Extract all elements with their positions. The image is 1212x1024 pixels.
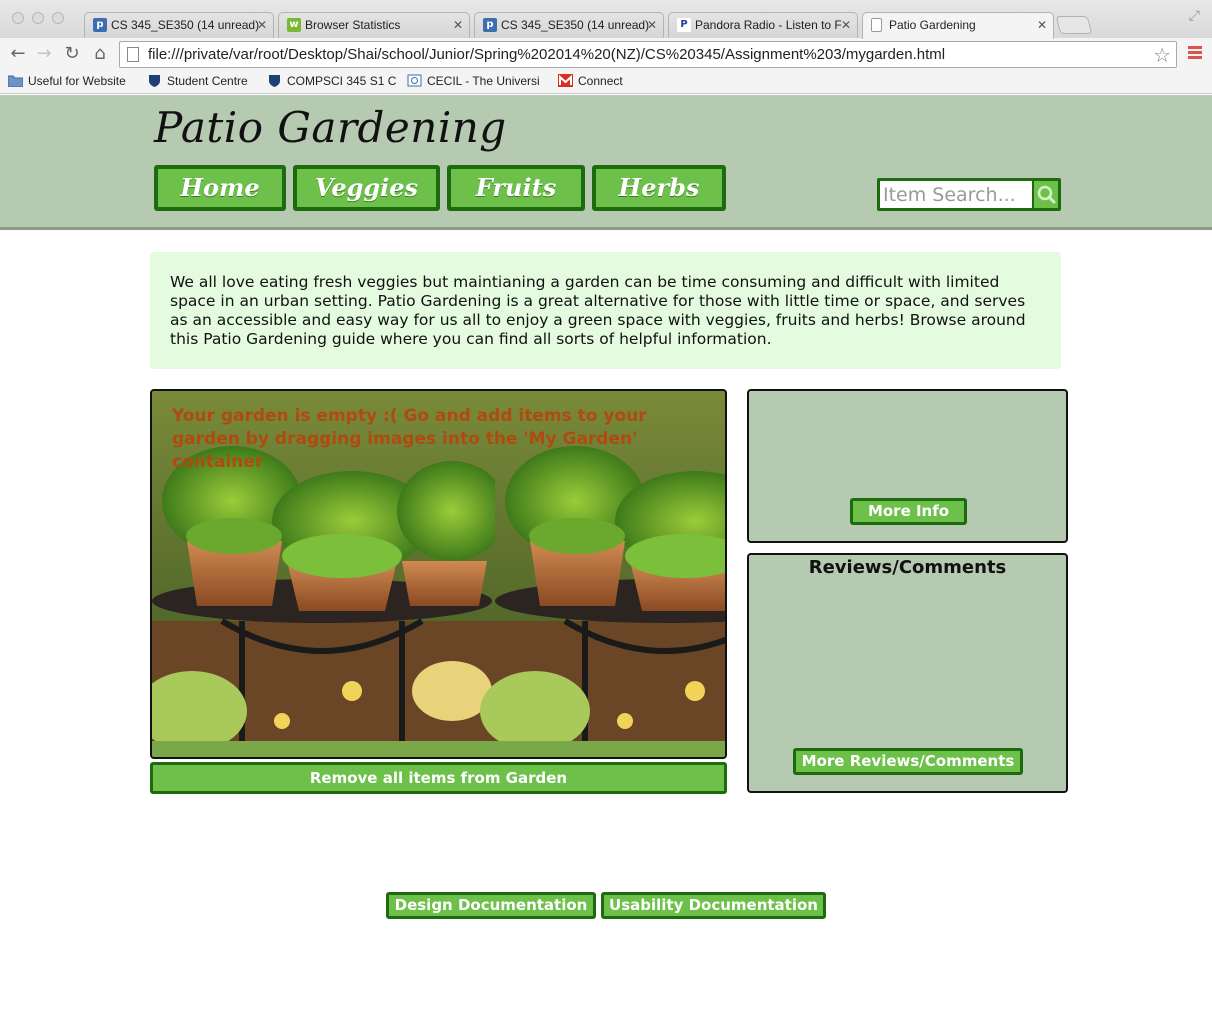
bookmark-label: Connect: [578, 74, 623, 88]
search-input[interactable]: [880, 181, 1032, 208]
bookmark-label: CECIL - The Universi: [427, 74, 540, 88]
more-reviews-button[interactable]: More Reviews/Comments: [793, 748, 1023, 775]
bookmark-useful-for-website[interactable]: Useful for Website: [8, 74, 126, 88]
nav-herbs-button[interactable]: Herbs: [592, 165, 726, 211]
chrome-menu-icon[interactable]: [1188, 46, 1202, 61]
nav-fruits-button[interactable]: Fruits: [447, 165, 585, 211]
bookmark-connect[interactable]: Connect: [558, 74, 623, 88]
close-tab-icon[interactable]: ✕: [647, 13, 657, 37]
piazza-icon: p: [483, 18, 497, 32]
bookmark-label: Useful for Website: [28, 74, 126, 88]
search-icon: [1037, 185, 1056, 204]
design-documentation-button[interactable]: Design Documentation: [386, 892, 596, 919]
bookmark-label: Student Centre: [167, 74, 248, 88]
folder-icon: [8, 75, 23, 87]
tab-title: CS 345_SE350 (14 unread): [111, 18, 260, 32]
reviews-title: Reviews/Comments: [808, 557, 1007, 578]
forward-arrow-icon[interactable]: →: [32, 42, 56, 66]
search-box: [877, 178, 1061, 211]
usability-documentation-button[interactable]: Usability Documentation: [601, 892, 826, 919]
nav-veggies-button[interactable]: Veggies: [293, 165, 440, 211]
piazza-icon: p: [93, 18, 107, 32]
bookmark-star-icon[interactable]: ☆: [1153, 43, 1171, 67]
tab-title: CS 345_SE350 (14 unread): [501, 18, 650, 32]
my-garden-container[interactable]: Your garden is empty :( Go and add items…: [150, 389, 727, 759]
browser-tab[interactable]: p CS 345_SE350 (14 unread) ✕: [84, 12, 274, 38]
tab-title: Browser Statistics: [305, 18, 401, 32]
search-button[interactable]: [1032, 181, 1058, 208]
browser-tab[interactable]: p CS 345_SE350 (14 unread) ✕: [474, 12, 664, 38]
new-tab-button[interactable]: [1055, 16, 1093, 34]
tab-title: Pandora Radio - Listen to F: [695, 18, 842, 32]
browser-tabstrip: p CS 345_SE350 (14 unread) ✕ w Browser S…: [0, 0, 1212, 39]
zoom-window-icon[interactable]: [52, 12, 64, 24]
garden-empty-message: Your garden is empty :( Go and add items…: [172, 406, 647, 472]
close-tab-icon[interactable]: ✕: [453, 13, 463, 37]
item-info-panel: More Info: [747, 389, 1068, 543]
address-url[interactable]: file:///private/var/root/Desktop/Shai/sc…: [148, 46, 945, 63]
page-icon: [871, 18, 882, 32]
close-tab-icon[interactable]: ✕: [841, 13, 851, 37]
browser-tab[interactable]: P Pandora Radio - Listen to F ✕: [668, 12, 858, 38]
browser-tab-active[interactable]: Patio Gardening ✕: [862, 12, 1054, 39]
site-header: Patio Gardening Home Veggies Fruits Herb…: [0, 95, 1212, 230]
browser-toolbar: ← → ↻ ⌂ file:///private/var/root/Desktop…: [0, 38, 1212, 70]
shield-icon: [269, 75, 280, 87]
close-tab-icon[interactable]: ✕: [1037, 13, 1047, 37]
bookmark-compsci-345[interactable]: COMPSCI 345 S1 C: [267, 74, 396, 88]
pandora-icon: P: [677, 18, 691, 32]
tab-title: Patio Gardening: [889, 18, 976, 32]
page-content: Patio Gardening Home Veggies Fruits Herb…: [0, 95, 1212, 1024]
minimize-window-icon[interactable]: [32, 12, 44, 24]
fullscreen-icon[interactable]: ⤢: [1189, 8, 1200, 24]
bookmarks-bar: Useful for Website Student Centre COMPSC…: [0, 70, 1212, 94]
bookmark-cecil[interactable]: CECIL - The Universi: [407, 74, 540, 88]
site-title: Patio Gardening: [154, 103, 507, 152]
cecil-icon: [407, 74, 422, 87]
shield-icon: [149, 75, 160, 87]
remove-all-items-button[interactable]: Remove all items from Garden: [150, 762, 727, 794]
page-icon: [127, 47, 139, 62]
browser-tab[interactable]: w Browser Statistics ✕: [278, 12, 470, 38]
intro-text: We all love eating fresh veggies but mai…: [150, 252, 1061, 369]
bookmark-student-centre[interactable]: Student Centre: [147, 74, 248, 88]
home-icon[interactable]: ⌂: [88, 42, 112, 66]
back-arrow-icon[interactable]: ←: [6, 42, 30, 66]
close-window-icon[interactable]: [12, 12, 24, 24]
more-info-button[interactable]: More Info: [850, 498, 967, 525]
close-tab-icon[interactable]: ✕: [257, 13, 267, 37]
address-bar[interactable]: file:///private/var/root/Desktop/Shai/sc…: [119, 41, 1177, 68]
w3schools-icon: w: [287, 18, 301, 32]
nav-home-button[interactable]: Home: [154, 165, 286, 211]
reload-icon[interactable]: ↻: [60, 42, 84, 66]
reviews-panel: Reviews/Comments More Reviews/Comments: [747, 553, 1068, 793]
bookmark-label: COMPSCI 345 S1 C: [287, 74, 397, 88]
gmail-icon: [558, 74, 573, 87]
